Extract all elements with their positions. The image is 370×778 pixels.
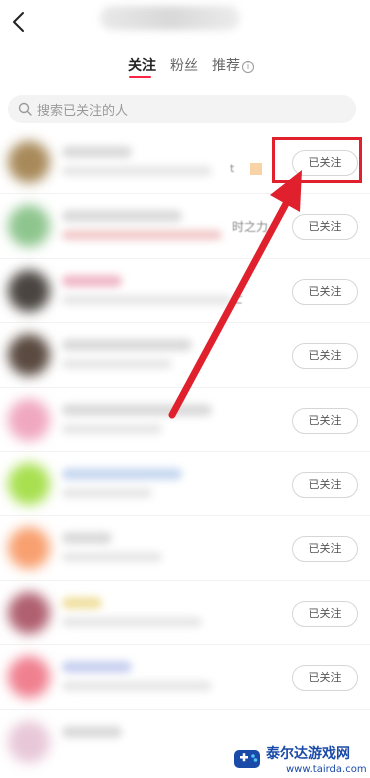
blurred-description bbox=[62, 681, 212, 692]
followed-button[interactable]: 已关注 bbox=[292, 600, 358, 627]
list-item[interactable]: 已关注 bbox=[0, 452, 370, 517]
tab-fans[interactable]: 粉丝 bbox=[170, 55, 198, 75]
avatar[interactable] bbox=[8, 527, 50, 570]
blurred-description bbox=[62, 423, 162, 434]
tab-following[interactable]: 关注 bbox=[128, 55, 156, 75]
blurred-description bbox=[62, 552, 162, 563]
watermark-url: www.tairda.com bbox=[286, 764, 367, 775]
followed-button[interactable]: 已关注 bbox=[292, 536, 358, 563]
description-fragment: 亡 bbox=[232, 292, 243, 306]
search-icon bbox=[18, 102, 32, 116]
followed-button[interactable]: 已关注 bbox=[292, 214, 358, 241]
blurred-page-title bbox=[100, 6, 240, 30]
blurred-username bbox=[62, 146, 132, 158]
list-item[interactable]: 已关注 bbox=[0, 516, 370, 581]
search-input[interactable]: 搜索已关注的人 bbox=[8, 95, 356, 123]
followed-button[interactable]: 已关注 bbox=[292, 278, 358, 305]
tab-recommend-label: 推荐 bbox=[212, 58, 240, 74]
avatar[interactable] bbox=[8, 205, 50, 248]
active-tab-indicator bbox=[129, 76, 151, 78]
avatar[interactable] bbox=[8, 269, 50, 312]
back-button[interactable] bbox=[6, 8, 34, 36]
avatar[interactable] bbox=[8, 334, 50, 377]
avatar[interactable] bbox=[8, 141, 50, 183]
highlight-box bbox=[272, 137, 362, 183]
blurred-description bbox=[62, 230, 222, 241]
blurred-username bbox=[62, 403, 212, 416]
game-controller-logo-icon bbox=[234, 750, 260, 768]
blurred-description bbox=[62, 294, 232, 305]
blurred-description bbox=[62, 166, 212, 176]
blurred-username bbox=[62, 274, 122, 287]
following-list: t 已关注 时之力 已关注 亡 已关注 已关注 已关注 已关注 已关注 已关注 … bbox=[0, 130, 370, 774]
blurred-description bbox=[62, 359, 172, 370]
blurred-username bbox=[62, 596, 102, 609]
blurred-description bbox=[62, 487, 152, 498]
blurred-username bbox=[62, 210, 182, 223]
emoji-badge bbox=[250, 163, 262, 175]
description-fragment: t bbox=[230, 162, 235, 175]
tab-recommend[interactable]: 推荐 i bbox=[212, 55, 254, 75]
search-placeholder: 搜索已关注的人 bbox=[37, 103, 129, 119]
top-bar bbox=[0, 0, 370, 44]
followed-button[interactable]: 已关注 bbox=[292, 471, 358, 498]
avatar[interactable] bbox=[8, 720, 50, 763]
info-icon[interactable]: i bbox=[242, 61, 254, 73]
blurred-description bbox=[62, 616, 202, 627]
list-item[interactable]: 已关注 bbox=[0, 388, 370, 452]
list-item[interactable]: 已关注 bbox=[0, 645, 370, 710]
watermark-site-name: 泰尔达游戏网 bbox=[266, 746, 350, 762]
description-fragment: 时之力 bbox=[232, 220, 269, 235]
blurred-username bbox=[62, 467, 182, 480]
blurred-username bbox=[62, 532, 112, 545]
avatar[interactable] bbox=[8, 462, 50, 505]
followed-button[interactable]: 已关注 bbox=[292, 343, 358, 370]
chevron-left-icon bbox=[13, 12, 24, 32]
site-watermark: 泰尔达游戏网 www.tairda.com bbox=[228, 742, 370, 778]
list-item[interactable]: 已关注 bbox=[0, 581, 370, 646]
avatar[interactable] bbox=[8, 591, 50, 634]
followed-button[interactable]: 已关注 bbox=[292, 665, 358, 692]
list-item[interactable]: 时之力 已关注 bbox=[0, 194, 370, 259]
avatar[interactable] bbox=[8, 656, 50, 699]
followed-button[interactable]: 已关注 bbox=[292, 407, 358, 434]
blurred-username bbox=[62, 661, 132, 674]
blurred-username bbox=[62, 725, 122, 738]
list-item[interactable]: 亡 已关注 bbox=[0, 259, 370, 324]
blurred-username bbox=[62, 339, 192, 352]
list-item[interactable]: 已关注 bbox=[0, 323, 370, 388]
avatar[interactable] bbox=[8, 398, 50, 441]
tab-bar: 关注 粉丝 推荐 i bbox=[0, 52, 370, 80]
